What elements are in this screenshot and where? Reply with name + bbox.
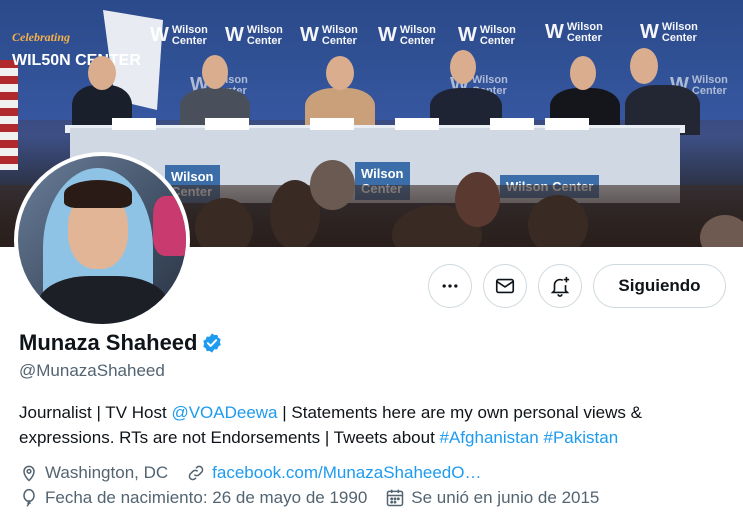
bio-mention-link[interactable]: @VOADeewa — [171, 403, 277, 422]
profile-handle: @MunazaShaheed — [19, 361, 165, 380]
panelist-head — [326, 56, 354, 90]
hashtag-link[interactable]: #Pakistan — [544, 428, 619, 447]
hashtag-link[interactable]: #Afghanistan — [440, 428, 539, 447]
following-button[interactable]: Siguiendo — [593, 264, 726, 308]
banner-logo: WWilsonCenter — [150, 23, 208, 47]
avatar-background-shape — [153, 196, 186, 256]
nameplate — [545, 118, 589, 130]
link-icon — [188, 465, 204, 481]
mail-icon — [495, 278, 515, 294]
banner-flag — [0, 60, 18, 170]
profile-meta-row: Washington, DC facebook.com/MunazaShahee… — [19, 463, 499, 483]
more-icon — [442, 284, 458, 288]
profile-name: Munaza Shaheed — [19, 330, 198, 355]
banner-logo: WWilsonCenter — [300, 23, 358, 47]
nameplate — [490, 118, 534, 130]
bio-text: Journalist | TV Host — [19, 403, 172, 422]
calendar-icon — [387, 489, 404, 507]
nameplate — [112, 118, 156, 130]
birthday-text: Fecha de nacimiento: 26 de mayo de 1990 — [45, 488, 368, 507]
avatar-body — [38, 276, 168, 324]
location-item: Washington, DC — [19, 463, 168, 483]
panelist-head — [88, 56, 116, 90]
panelist-head — [450, 50, 476, 84]
avatar-photo — [18, 156, 186, 324]
profile-meta-row-2: Fecha de nacimiento: 26 de mayo de 1990 … — [19, 488, 617, 508]
location-pin-icon — [23, 465, 35, 482]
panelist-head — [630, 48, 658, 84]
banner-logo: WWilsonCenter — [640, 20, 698, 44]
balloon-icon — [23, 488, 35, 507]
message-button[interactable] — [483, 264, 527, 308]
joined-item: Se unió en junio de 2015 — [385, 488, 599, 508]
joined-text: Se unió en junio de 2015 — [411, 488, 600, 507]
nameplate — [205, 118, 249, 130]
nameplate — [310, 118, 354, 130]
profile-avatar[interactable] — [14, 152, 190, 328]
profile-name-row: Munaza Shaheed — [19, 330, 223, 356]
panelist-head — [570, 56, 596, 90]
banner-anniversary-text: WIL50N CENTER — [12, 52, 141, 69]
banner-celebrating-text: Celebrating — [12, 30, 71, 44]
verified-badge-icon[interactable] — [201, 332, 223, 354]
more-button[interactable] — [428, 264, 472, 308]
bell-plus-icon — [550, 276, 570, 297]
banner-logo: WWilsonCenter — [545, 20, 603, 44]
location-text: Washington, DC — [45, 463, 169, 482]
audience-head — [310, 160, 355, 210]
website-link[interactable]: facebook.com/MunazaShaheedO… — [212, 463, 481, 483]
avatar-hair — [64, 180, 132, 208]
banner-logo: WWilsonCenter — [458, 23, 516, 47]
nameplate — [395, 118, 439, 130]
banner-logo: WWilsonCenter — [378, 23, 436, 47]
audience-head — [455, 172, 500, 227]
panelist-head — [202, 55, 228, 89]
notifications-button[interactable] — [538, 264, 582, 308]
website-item: facebook.com/MunazaShaheedO… — [186, 463, 481, 483]
banner-logo: WWilsonCenter — [225, 23, 283, 47]
audience-head — [528, 195, 588, 247]
profile-bio: Journalist | TV Host @VOADeewa | Stateme… — [19, 400, 734, 450]
birthday-item: Fecha de nacimiento: 26 de mayo de 1990 — [19, 488, 367, 508]
